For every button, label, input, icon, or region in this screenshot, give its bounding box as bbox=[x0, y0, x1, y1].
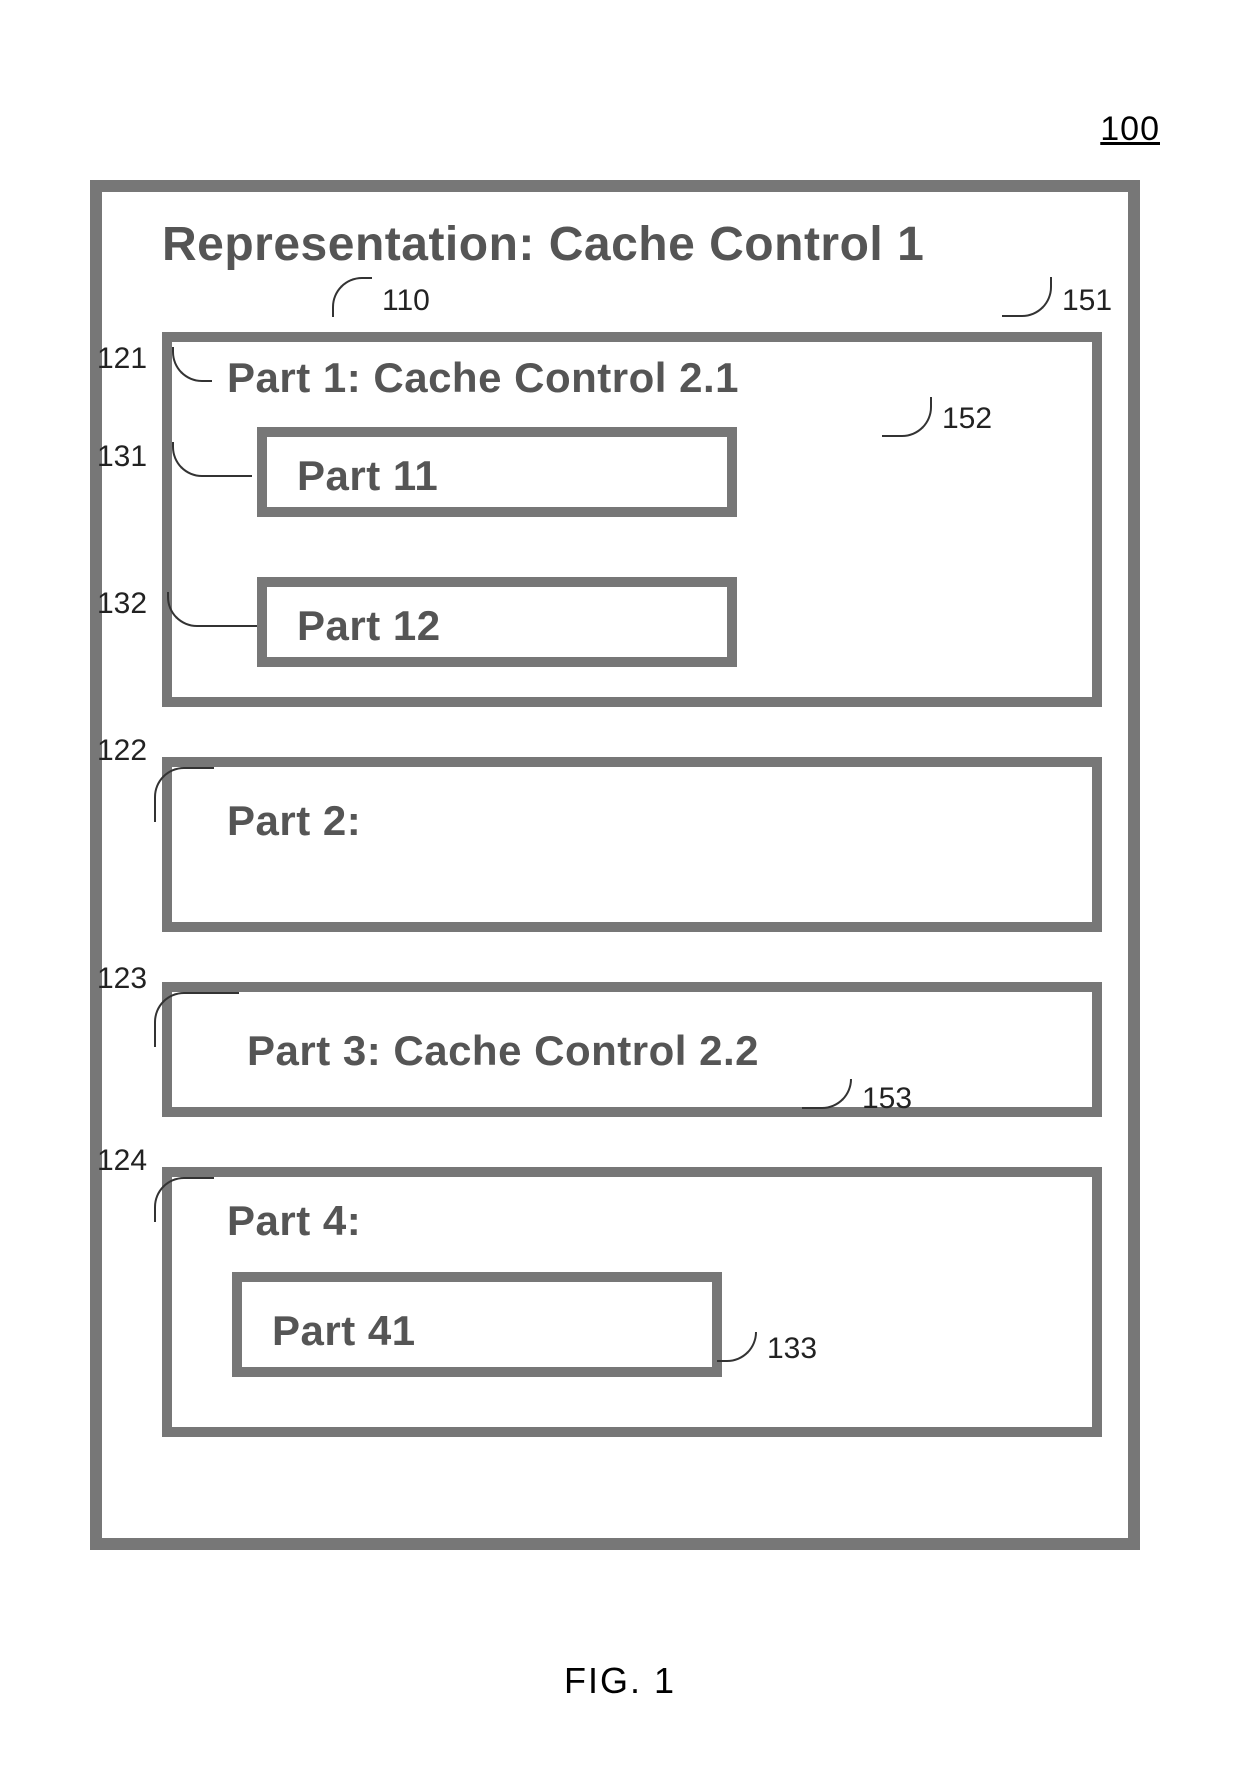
part2-title: Part 2: bbox=[227, 797, 361, 845]
ref-133: 133 bbox=[767, 1332, 817, 1366]
part41-box: Part 41 bbox=[232, 1272, 722, 1377]
part3-box: Part 3: Cache Control 2.2 bbox=[162, 982, 1102, 1117]
ref-152: 152 bbox=[942, 402, 992, 436]
page-number: 100 bbox=[1100, 110, 1160, 149]
representation-box: Representation: Cache Control 1 110 151 … bbox=[90, 180, 1140, 1550]
ref-110: 110 bbox=[382, 284, 430, 318]
ref-121: 121 bbox=[97, 342, 147, 376]
part2-box: Part 2: bbox=[162, 757, 1102, 932]
part41-title: Part 41 bbox=[272, 1307, 416, 1355]
ref-123: 123 bbox=[97, 962, 147, 996]
part11-title: Part 11 bbox=[297, 452, 438, 500]
representation-title: Representation: Cache Control 1 bbox=[162, 217, 924, 272]
ref-122: 122 bbox=[97, 734, 147, 768]
part3-title: Part 3: Cache Control 2.2 bbox=[247, 1027, 759, 1075]
part12-box: Part 12 bbox=[257, 577, 737, 667]
ref-131: 131 bbox=[97, 440, 147, 474]
ref-153: 153 bbox=[862, 1082, 912, 1116]
part11-box: Part 11 bbox=[257, 427, 737, 517]
figure-caption: FIG. 1 bbox=[0, 1660, 1240, 1702]
part1-title: Part 1: Cache Control 2.1 bbox=[227, 354, 739, 402]
ref-124: 124 bbox=[97, 1144, 147, 1178]
ref-151: 151 bbox=[1062, 284, 1112, 318]
part4-box: Part 4: Part 41 bbox=[162, 1167, 1102, 1437]
part12-title: Part 12 bbox=[297, 602, 441, 650]
part1-box: Part 1: Cache Control 2.1 Part 11 Part 1… bbox=[162, 332, 1102, 707]
part4-title: Part 4: bbox=[227, 1197, 361, 1245]
ref-132: 132 bbox=[97, 587, 147, 621]
